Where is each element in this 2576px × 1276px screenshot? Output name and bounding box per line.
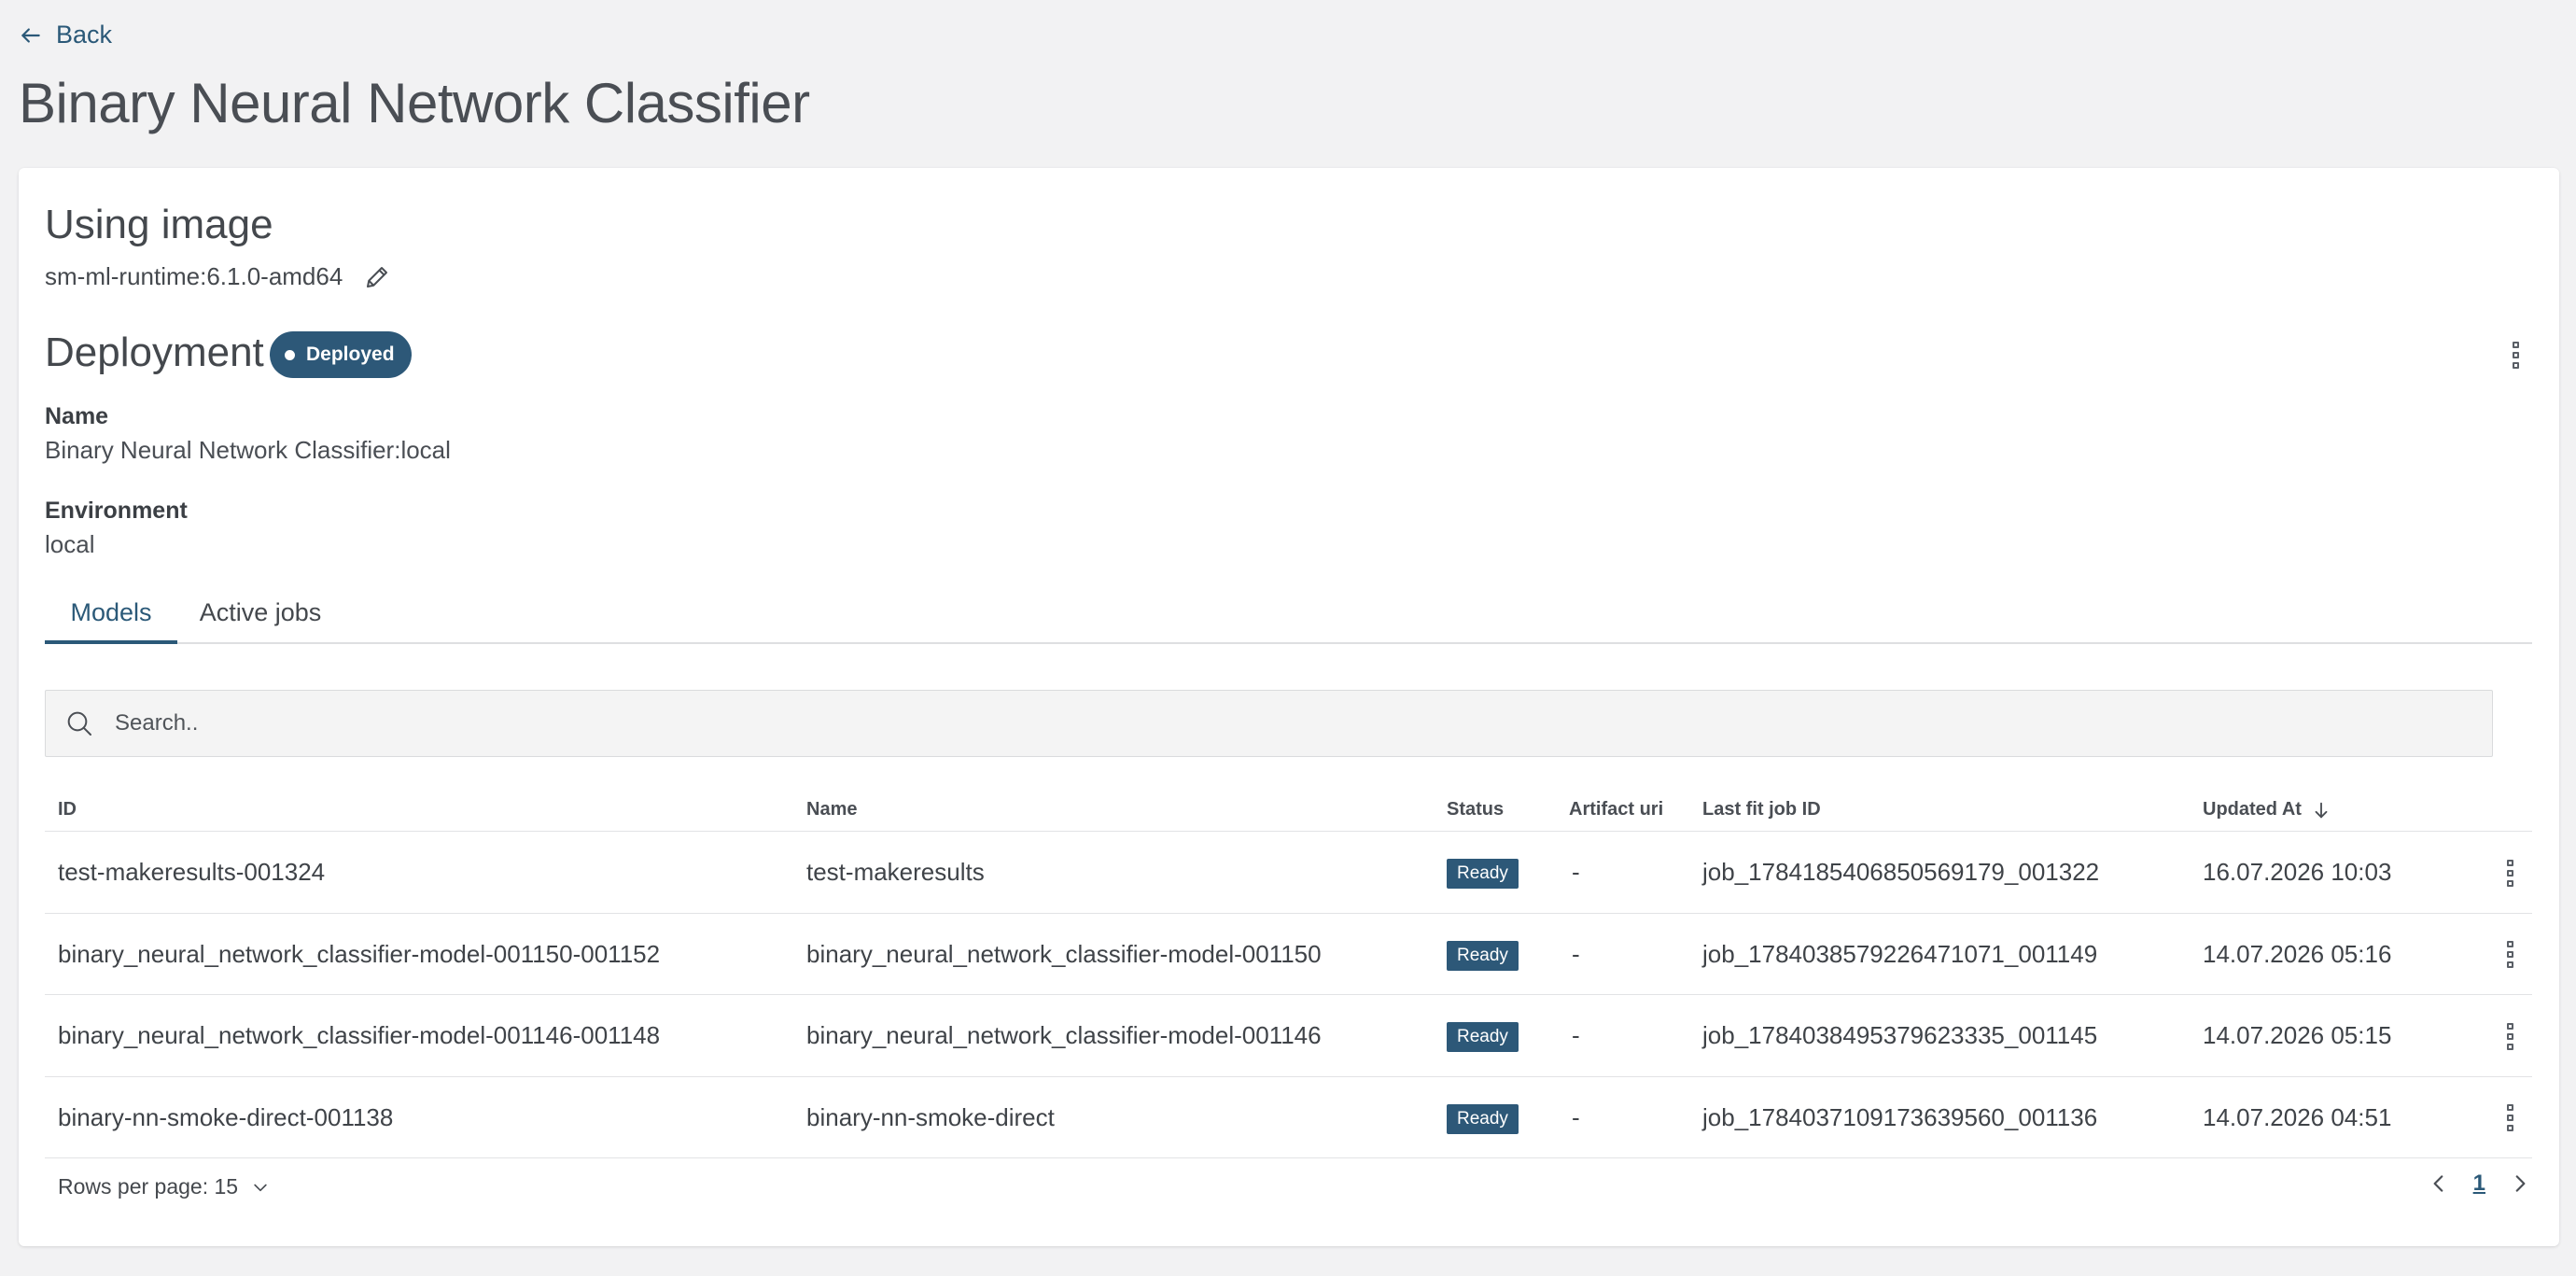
cell-last-fit-job-id: job_1784185406850569179_001322 bbox=[1702, 858, 2100, 886]
chevron-down-icon bbox=[254, 1184, 267, 1191]
search-icon bbox=[67, 711, 91, 736]
cell-id: test-makeresults-001324 bbox=[58, 858, 326, 886]
status-chip: Ready bbox=[1447, 940, 1519, 971]
row-menu-icon[interactable] bbox=[2499, 858, 2520, 888]
column-header-status: Status bbox=[1447, 799, 1505, 820]
table-footer: Rows per page: 15 1 bbox=[45, 1163, 2532, 1219]
column-header-id: ID bbox=[58, 799, 77, 820]
row-menu-icon[interactable] bbox=[2499, 1103, 2520, 1133]
back-label: Back bbox=[56, 21, 113, 49]
cell-updated-at: 14.07.2026 04:51 bbox=[2203, 1102, 2392, 1131]
status-dot bbox=[285, 349, 295, 360]
cell-artifact-uri: - bbox=[1572, 1102, 1580, 1131]
table-row[interactable]: binary_neural_network_classifier-model-0… bbox=[45, 995, 2532, 1077]
tab-bar: Models Active jobs bbox=[45, 588, 2532, 644]
arrow-down-icon bbox=[2315, 802, 2328, 818]
cell-id: binary-nn-smoke-direct-001138 bbox=[58, 1102, 394, 1131]
cell-name: binary_neural_network_classifier-model-0… bbox=[806, 1021, 1322, 1049]
rows-per-page-select[interactable]: Rows per page: 15 bbox=[58, 1174, 270, 1199]
pagination: 1 bbox=[2427, 1171, 2532, 1197]
cell-last-fit-job-id: job_1784038495379623335_001145 bbox=[1702, 1021, 2098, 1049]
environment-label: Environment bbox=[45, 498, 188, 524]
pencil-icon[interactable] bbox=[363, 263, 391, 291]
rows-per-page-label: Rows per page: 15 bbox=[58, 1174, 239, 1199]
row-menu-icon[interactable] bbox=[2499, 1021, 2520, 1051]
arrow-left-icon bbox=[21, 27, 40, 43]
table-header: ID Name Status Artifact uri Last fit job… bbox=[45, 788, 2532, 832]
status-badge: Deployed bbox=[270, 331, 412, 378]
cell-id: binary_neural_network_classifier-model-0… bbox=[58, 1021, 661, 1049]
table-row[interactable]: binary_neural_network_classifier-model-0… bbox=[45, 914, 2532, 995]
cell-name: binary_neural_network_classifier-model-0… bbox=[806, 939, 1322, 968]
table-row[interactable]: test-makeresults-001324 test-makeresults… bbox=[45, 832, 2532, 914]
cell-name: binary-nn-smoke-direct bbox=[806, 1102, 1055, 1131]
page-number[interactable]: 1 bbox=[2473, 1171, 2485, 1197]
deployment-menu-icon[interactable] bbox=[2504, 339, 2527, 371]
using-image-heading: Using image bbox=[45, 202, 273, 247]
search-input[interactable] bbox=[115, 710, 2448, 736]
deployment-heading: Deployment bbox=[45, 330, 264, 375]
table-row[interactable]: binary-nn-smoke-direct-001138 binary-nn-… bbox=[45, 1077, 2532, 1158]
cell-artifact-uri: - bbox=[1572, 939, 1580, 968]
image-name: sm-ml-runtime:6.1.0-amd64 bbox=[45, 262, 343, 290]
column-header-name: Name bbox=[806, 799, 858, 820]
image-row: sm-ml-runtime:6.1.0-amd64 bbox=[45, 262, 391, 291]
back-link[interactable]: Back bbox=[19, 21, 112, 49]
model-card: Using image sm-ml-runtime:6.1.0-amd64 De… bbox=[19, 168, 2559, 1246]
chevron-right-icon[interactable] bbox=[2508, 1171, 2532, 1196]
cell-artifact-uri: - bbox=[1572, 858, 1580, 886]
cell-artifact-uri: - bbox=[1572, 1021, 1580, 1049]
cell-id: binary_neural_network_classifier-model-0… bbox=[58, 939, 661, 968]
name-label: Name bbox=[45, 403, 109, 429]
tab-active-jobs[interactable]: Active jobs bbox=[194, 588, 327, 644]
chevron-left-icon[interactable] bbox=[2427, 1171, 2451, 1196]
search-bar bbox=[45, 690, 2493, 757]
cell-updated-at: 16.07.2026 10:03 bbox=[2203, 858, 2392, 886]
updated-at-label: Updated At bbox=[2203, 799, 2302, 820]
name-value: Binary Neural Network Classifier:local bbox=[45, 436, 451, 464]
cell-updated-at: 14.07.2026 05:15 bbox=[2203, 1021, 2392, 1049]
cell-name: test-makeresults bbox=[806, 858, 985, 886]
cell-updated-at: 14.07.2026 05:16 bbox=[2203, 939, 2392, 968]
column-header-updated-at[interactable]: Updated At bbox=[2203, 799, 2331, 820]
status-chip: Ready bbox=[1447, 1022, 1519, 1052]
environment-value: local bbox=[45, 530, 95, 558]
tab-models[interactable]: Models bbox=[45, 588, 177, 644]
column-header-artifact-uri: Artifact uri bbox=[1569, 799, 1664, 820]
cell-last-fit-job-id: job_1784038579226471071_001149 bbox=[1702, 939, 2098, 968]
cell-last-fit-job-id: job_1784037109173639560_001136 bbox=[1702, 1102, 2098, 1131]
status-badge-label: Deployed bbox=[306, 344, 395, 365]
page-title: Binary Neural Network Classifier bbox=[19, 72, 810, 134]
status-chip: Ready bbox=[1447, 859, 1519, 889]
models-table: ID Name Status Artifact uri Last fit job… bbox=[45, 788, 2532, 1158]
column-header-last-fit-job-id: Last fit job ID bbox=[1702, 799, 1821, 820]
status-chip: Ready bbox=[1447, 1103, 1519, 1134]
row-menu-icon[interactable] bbox=[2499, 940, 2520, 970]
